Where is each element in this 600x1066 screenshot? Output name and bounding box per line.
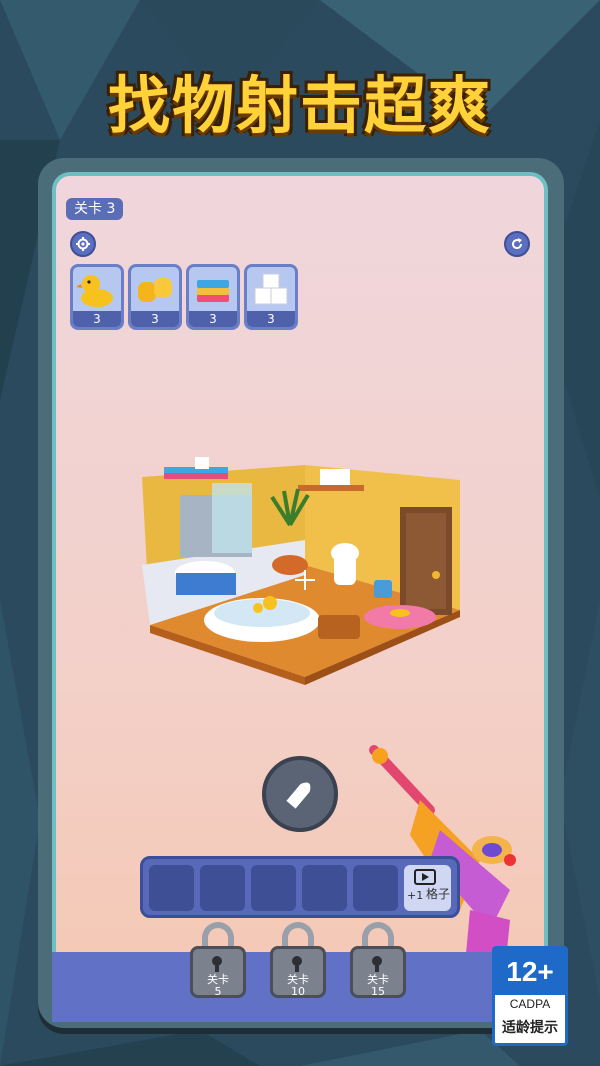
room-illustration bbox=[142, 457, 460, 685]
settings-button[interactable] bbox=[70, 231, 96, 257]
add-slot-ad-button[interactable]: +1 格子 bbox=[404, 865, 451, 911]
empty-slot bbox=[302, 865, 347, 911]
age-rating-value: 12+ bbox=[495, 949, 565, 995]
restart-button[interactable] bbox=[504, 231, 530, 257]
level-indicator: 关卡 3 bbox=[66, 198, 124, 220]
fire-button[interactable] bbox=[262, 756, 338, 832]
target-item: 3 bbox=[186, 264, 240, 330]
towel-stack-icon bbox=[197, 280, 229, 302]
rubber-duck-icon bbox=[77, 275, 113, 307]
empty-slot bbox=[149, 865, 194, 911]
refresh-icon bbox=[512, 238, 523, 250]
ad-plus-label: +1 bbox=[407, 889, 424, 902]
soap-bars-icon bbox=[138, 278, 172, 302]
empty-slot bbox=[200, 865, 245, 911]
ad-slot-label: 格子 bbox=[426, 887, 451, 901]
age-rating-note: 适龄提示 bbox=[502, 1020, 558, 1036]
target-item: 3 bbox=[128, 264, 182, 330]
empty-slot bbox=[251, 865, 296, 911]
bullet-icon bbox=[286, 782, 311, 809]
locked-level-15[interactable]: 关卡 15 bbox=[350, 922, 406, 1002]
game-title: 找物射击超爽 bbox=[107, 69, 492, 142]
collection-slots: +1 格子 bbox=[140, 856, 460, 918]
age-rating-badge: 12+ CADPA 适龄提示 bbox=[492, 946, 568, 1046]
empty-slot bbox=[353, 865, 398, 911]
target-item: 3 bbox=[70, 264, 124, 330]
gear-icon bbox=[76, 237, 90, 251]
locked-level-5[interactable]: 关卡 5 bbox=[190, 922, 246, 1002]
target-item: 3 bbox=[244, 264, 298, 330]
locked-level-10[interactable]: 关卡 10 bbox=[270, 922, 326, 1002]
target-items: 3 3 3 3 bbox=[70, 264, 298, 330]
toilet-paper-icon bbox=[254, 273, 288, 305]
age-rating-org: CADPA bbox=[509, 997, 551, 1011]
video-ad-icon bbox=[414, 869, 436, 885]
bathroom-scene[interactable] bbox=[140, 445, 470, 685]
